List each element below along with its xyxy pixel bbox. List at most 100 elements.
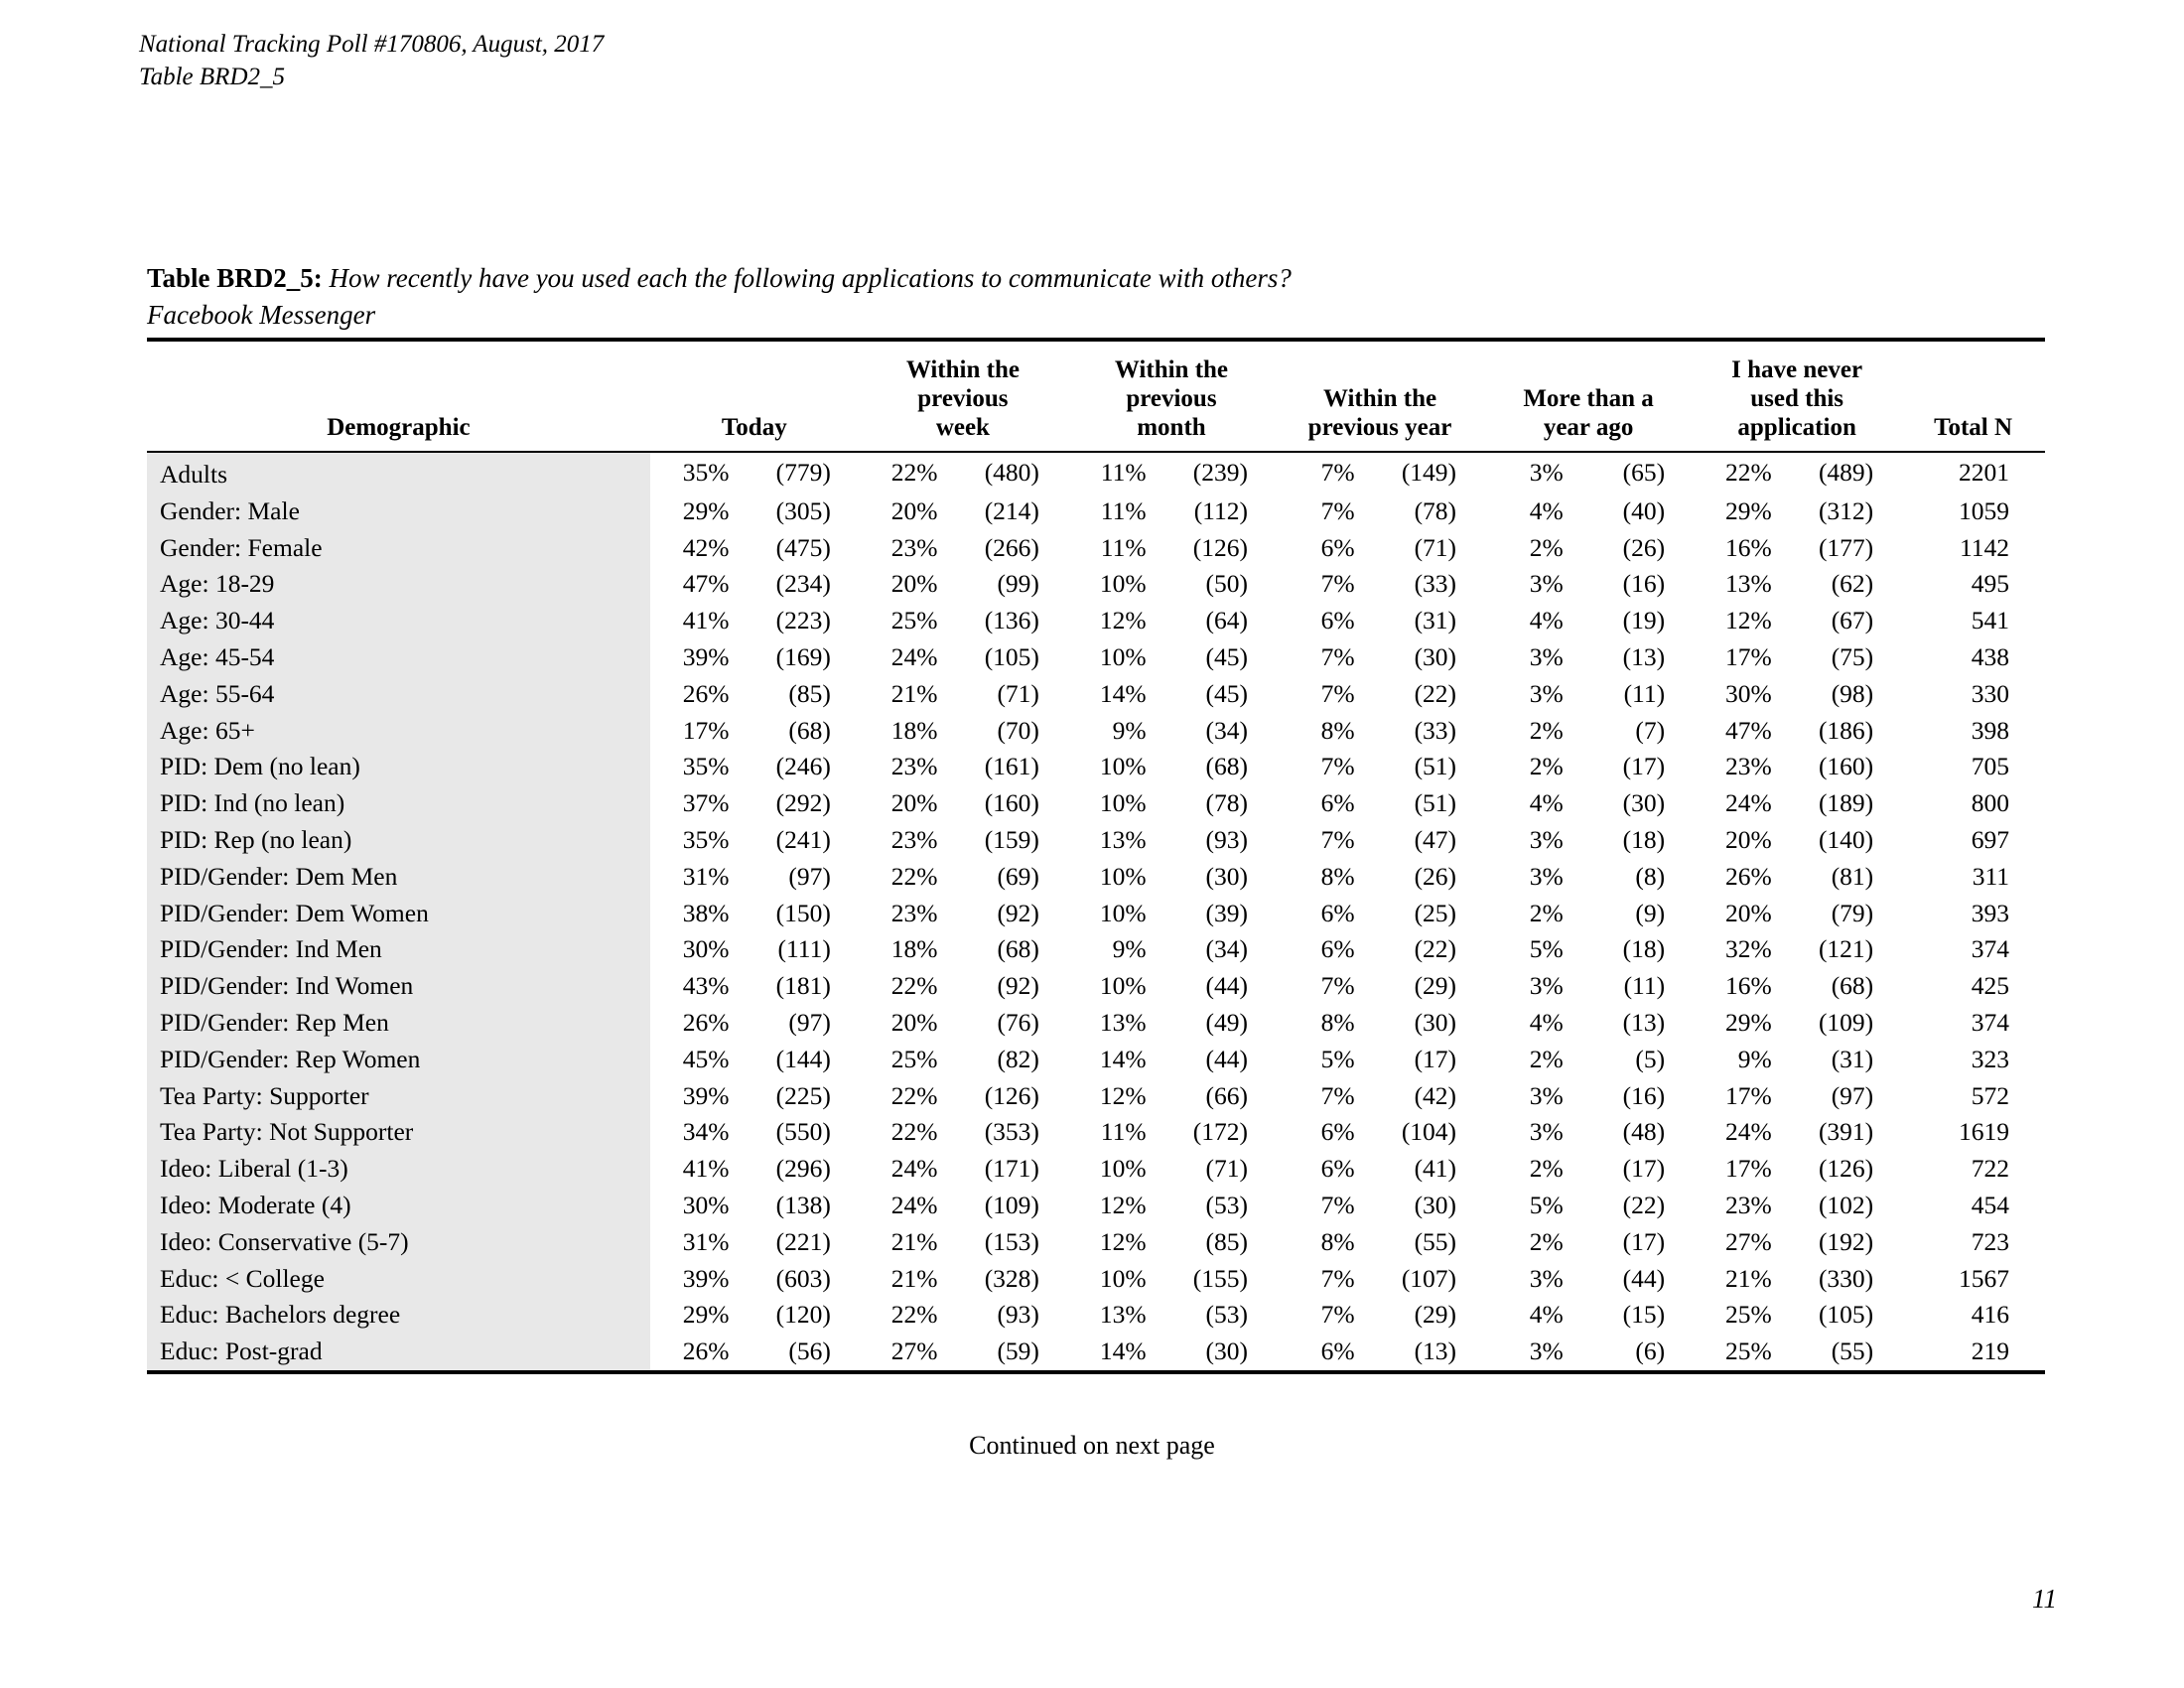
cell-total-n: 800 bbox=[1971, 788, 2009, 818]
document-page: National Tracking Poll #170806, August, … bbox=[0, 0, 2184, 1688]
cell-percent: 6% bbox=[1320, 934, 1355, 964]
cell-count: (31) bbox=[1831, 1044, 1874, 1073]
cell-percent: 24% bbox=[890, 641, 938, 671]
row-demographic-label: Tea Party: Supporter bbox=[147, 1077, 650, 1115]
cell-percent: 10% bbox=[1099, 569, 1147, 599]
cell-count: (93) bbox=[997, 1300, 1039, 1330]
cell-percent: 26% bbox=[1725, 861, 1772, 891]
cell-count: (138) bbox=[775, 1190, 831, 1219]
cell-percent: 24% bbox=[1725, 1117, 1772, 1147]
cell-percent: 13% bbox=[1099, 824, 1147, 854]
cell-percent: 22% bbox=[890, 1080, 938, 1110]
cell-count: (75) bbox=[1831, 641, 1874, 671]
cell-percent: 8% bbox=[1320, 861, 1355, 891]
cell-count: (330) bbox=[1818, 1263, 1874, 1293]
column-header-month-line2: previous bbox=[1126, 385, 1217, 412]
cell-percent: 4% bbox=[1529, 788, 1564, 818]
cell-total-n: 311 bbox=[1972, 861, 2009, 891]
cell-percent: 22% bbox=[890, 861, 938, 891]
column-header-week-line3: week bbox=[935, 414, 990, 441]
cell-count: (55) bbox=[1414, 1226, 1457, 1256]
cell-percent: 17% bbox=[682, 715, 730, 745]
cell-count: (109) bbox=[1818, 1007, 1874, 1037]
cell-percent: 6% bbox=[1320, 532, 1355, 562]
cell-percent: 42% bbox=[682, 532, 730, 562]
cell-count: (30) bbox=[1205, 861, 1248, 891]
cell-percent: 43% bbox=[682, 971, 730, 1001]
cell-count: (186) bbox=[1818, 715, 1874, 745]
cell-percent: 9% bbox=[1112, 715, 1147, 745]
table-row: Age: 65+ 17% (68) 18% (70) 9% (34) 8% (33) 2% (7) 4… bbox=[147, 712, 2045, 750]
cell-percent: 10% bbox=[1099, 971, 1147, 1001]
cell-count: (97) bbox=[788, 861, 831, 891]
column-header-month-line3: month bbox=[1137, 414, 1206, 441]
cell-percent: 3% bbox=[1529, 824, 1564, 854]
row-demographic-label: Age: 65+ bbox=[147, 712, 650, 750]
cell-percent: 4% bbox=[1529, 1007, 1564, 1037]
cell-count: (13) bbox=[1622, 1007, 1666, 1037]
table-row: PID/Gender: Rep Women 45% (144) 25% (82) 14% (… bbox=[147, 1041, 2045, 1078]
row-demographic-label: Adults bbox=[147, 453, 650, 493]
cell-count: (51) bbox=[1414, 752, 1457, 781]
cell-percent: 7% bbox=[1320, 1080, 1355, 1110]
cell-percent: 2% bbox=[1529, 1226, 1564, 1256]
cell-count: (26) bbox=[1622, 532, 1666, 562]
table-row: PID: Rep (no lean) 35% (241) 23% (159) 13% (93… bbox=[147, 821, 2045, 859]
cell-count: (29) bbox=[1414, 971, 1457, 1001]
cell-count: (70) bbox=[997, 715, 1039, 745]
table-row: Educ: Post-grad 26% (56) 27% (59) 14% (30) 6% (1… bbox=[147, 1334, 2045, 1372]
cell-percent: 26% bbox=[682, 678, 730, 708]
cell-percent: 26% bbox=[682, 1336, 730, 1366]
cell-percent: 47% bbox=[682, 569, 730, 599]
cell-count: (26) bbox=[1414, 861, 1457, 891]
cell-percent: 5% bbox=[1529, 1190, 1564, 1219]
cell-percent: 31% bbox=[682, 861, 730, 891]
cell-count: (7) bbox=[1635, 715, 1666, 745]
cell-percent: 24% bbox=[890, 1154, 938, 1184]
cell-count: (93) bbox=[1205, 824, 1248, 854]
column-header-never-line2: used this bbox=[1750, 385, 1844, 412]
cell-percent: 23% bbox=[890, 898, 938, 927]
cell-percent: 17% bbox=[1725, 1154, 1772, 1184]
table-header-row: Demographic Today Within the previous we… bbox=[147, 342, 2045, 452]
cell-percent: 25% bbox=[890, 606, 938, 635]
cell-count: (11) bbox=[1623, 971, 1666, 1001]
cell-count: (172) bbox=[1192, 1117, 1248, 1147]
row-demographic-label: PID/Gender: Rep Women bbox=[147, 1041, 650, 1078]
cell-count: (16) bbox=[1622, 569, 1666, 599]
cell-percent: 3% bbox=[1529, 678, 1564, 708]
cell-total-n: 572 bbox=[1971, 1080, 2009, 1110]
cell-count: (68) bbox=[1205, 752, 1248, 781]
cell-percent: 13% bbox=[1099, 1007, 1147, 1037]
cell-percent: 22% bbox=[890, 458, 938, 487]
cell-count: (53) bbox=[1205, 1190, 1248, 1219]
cell-total-n: 393 bbox=[1971, 898, 2009, 927]
table-row: PID/Gender: Dem Men 31% (97) 22% (69) 10% (30)… bbox=[147, 858, 2045, 896]
cell-percent: 31% bbox=[682, 1226, 730, 1256]
cell-percent: 6% bbox=[1320, 1154, 1355, 1184]
cell-total-n: 416 bbox=[1971, 1300, 2009, 1330]
cell-percent: 21% bbox=[890, 1226, 938, 1256]
cell-percent: 4% bbox=[1529, 606, 1564, 635]
cell-count: (15) bbox=[1622, 1300, 1666, 1330]
cell-count: (9) bbox=[1635, 898, 1666, 927]
cell-count: (246) bbox=[775, 752, 831, 781]
column-header-overyear-line2: year ago bbox=[1543, 414, 1634, 441]
cell-count: (144) bbox=[775, 1044, 831, 1073]
cell-percent: 7% bbox=[1320, 752, 1355, 781]
cell-count: (97) bbox=[788, 1007, 831, 1037]
cell-percent: 3% bbox=[1529, 1117, 1564, 1147]
cell-percent: 3% bbox=[1529, 641, 1564, 671]
cell-count: (169) bbox=[775, 641, 831, 671]
cell-count: (391) bbox=[1818, 1117, 1874, 1147]
cell-percent: 23% bbox=[890, 752, 938, 781]
cell-count: (53) bbox=[1205, 1300, 1248, 1330]
cell-percent: 8% bbox=[1320, 1226, 1355, 1256]
cell-count: (85) bbox=[1205, 1226, 1248, 1256]
row-demographic-label: Age: 30-44 bbox=[147, 603, 650, 639]
cell-percent: 8% bbox=[1320, 1007, 1355, 1037]
cell-percent: 7% bbox=[1320, 824, 1355, 854]
column-header-never-used: I have never used this application bbox=[1693, 342, 1901, 452]
cell-count: (71) bbox=[1414, 532, 1457, 562]
cell-percent: 14% bbox=[1099, 678, 1147, 708]
